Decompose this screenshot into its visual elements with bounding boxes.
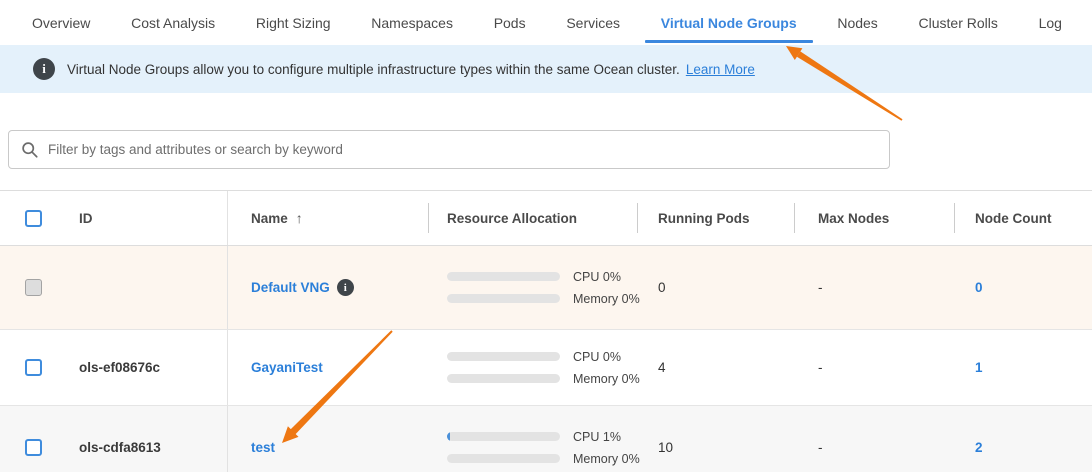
info-banner: i Virtual Node Groups allow you to confi… xyxy=(0,45,1092,93)
node-count-cell: 0 xyxy=(954,246,1092,329)
vng-name-link[interactable]: test xyxy=(251,440,275,455)
memory-usage-bar xyxy=(447,294,560,303)
running-pods-cell: 10 xyxy=(637,406,794,472)
row-id: ols-cdfa8613 xyxy=(79,440,161,455)
memory-usage-label: Memory 0% xyxy=(573,372,640,386)
column-header-node-count: Node Count xyxy=(954,191,1092,245)
vng-name-link[interactable]: GayaniTest xyxy=(251,360,323,375)
tab-namespaces[interactable]: Namespaces xyxy=(369,2,455,44)
node-count-link[interactable]: 0 xyxy=(975,280,983,295)
cpu-usage-bar xyxy=(447,432,560,441)
search-icon xyxy=(21,141,38,158)
tab-log[interactable]: Log xyxy=(1037,2,1064,44)
resource-allocation-cell: CPU 0% Memory 0% xyxy=(428,330,637,405)
table-row-test: ols-cdfa8613 test CPU 1% Memory 0% 10 xyxy=(0,406,1092,472)
row-id: ols-ef08676c xyxy=(79,360,160,375)
tab-virtual-node-groups[interactable]: Virtual Node Groups xyxy=(659,2,799,44)
cluster-tab-bar: Overview Cost Analysis Right Sizing Name… xyxy=(0,0,1092,45)
memory-usage-bar xyxy=(447,374,560,383)
select-all-checkbox[interactable] xyxy=(25,210,42,227)
column-header-running-pods: Running Pods xyxy=(637,191,794,245)
memory-usage-bar xyxy=(447,454,560,463)
table-row-gayanitest: ols-ef08676c GayaniTest CPU 0% Memory 0% xyxy=(0,330,1092,406)
banner-text: Virtual Node Groups allow you to configu… xyxy=(67,62,680,77)
tab-overview[interactable]: Overview xyxy=(30,2,92,44)
learn-more-link[interactable]: Learn More xyxy=(686,62,755,77)
memory-usage-label: Memory 0% xyxy=(573,452,640,466)
max-nodes-cell: - xyxy=(794,406,954,472)
node-count-link[interactable]: 1 xyxy=(975,360,983,375)
table-row-default-vng: Default VNG i CPU 0% Memory 0% 0 - xyxy=(0,246,1092,330)
node-count-link[interactable]: 2 xyxy=(975,440,983,455)
max-nodes-cell: - xyxy=(794,330,954,405)
tab-right-sizing[interactable]: Right Sizing xyxy=(254,2,333,44)
cpu-usage-label: CPU 0% xyxy=(573,350,621,364)
vng-info-icon[interactable]: i xyxy=(337,279,354,296)
id-cell xyxy=(0,246,228,329)
tab-cluster-rolls[interactable]: Cluster Rolls xyxy=(917,2,1000,44)
name-cell: GayaniTest xyxy=(228,330,428,405)
filter-search-box[interactable] xyxy=(8,130,890,169)
row-checkbox[interactable] xyxy=(25,359,42,376)
running-pods-cell: 4 xyxy=(637,330,794,405)
column-header-name[interactable]: Name ↑ xyxy=(228,191,428,245)
memory-usage-label: Memory 0% xyxy=(573,292,640,306)
column-header-id: ID xyxy=(79,211,93,226)
name-cell: test xyxy=(228,406,428,472)
tab-nodes[interactable]: Nodes xyxy=(835,2,879,44)
id-cell: ols-ef08676c xyxy=(0,330,228,405)
tab-pods[interactable]: Pods xyxy=(492,2,528,44)
running-pods-cell: 0 xyxy=(637,246,794,329)
info-icon: i xyxy=(33,58,55,80)
row-checkbox-disabled xyxy=(25,279,42,296)
max-nodes-cell: - xyxy=(794,246,954,329)
cpu-usage-bar xyxy=(447,352,560,361)
search-input[interactable] xyxy=(48,142,877,157)
cpu-usage-label: CPU 1% xyxy=(573,430,621,444)
sort-ascending-icon[interactable]: ↑ xyxy=(296,210,303,226)
virtual-node-groups-page: Overview Cost Analysis Right Sizing Name… xyxy=(0,0,1092,472)
table-header-row: ID Name ↑ Resource Allocation Running Po… xyxy=(0,191,1092,246)
tab-services[interactable]: Services xyxy=(564,2,622,44)
cpu-usage-bar xyxy=(447,272,560,281)
column-header-resource-allocation: Resource Allocation xyxy=(428,191,637,245)
column-header-max-nodes: Max Nodes xyxy=(794,191,954,245)
resource-allocation-cell: CPU 0% Memory 0% xyxy=(428,246,637,329)
name-cell: Default VNG i xyxy=(228,246,428,329)
vng-name-link[interactable]: Default VNG xyxy=(251,280,330,295)
cpu-usage-label: CPU 0% xyxy=(573,270,621,284)
tab-cost-analysis[interactable]: Cost Analysis xyxy=(129,2,217,44)
node-count-cell: 2 xyxy=(954,406,1092,472)
resource-allocation-cell: CPU 1% Memory 0% xyxy=(428,406,637,472)
header-id-cell: ID xyxy=(0,191,228,245)
vng-table: ID Name ↑ Resource Allocation Running Po… xyxy=(0,190,1092,472)
row-checkbox[interactable] xyxy=(25,439,42,456)
id-cell: ols-cdfa8613 xyxy=(0,406,228,472)
node-count-cell: 1 xyxy=(954,330,1092,405)
